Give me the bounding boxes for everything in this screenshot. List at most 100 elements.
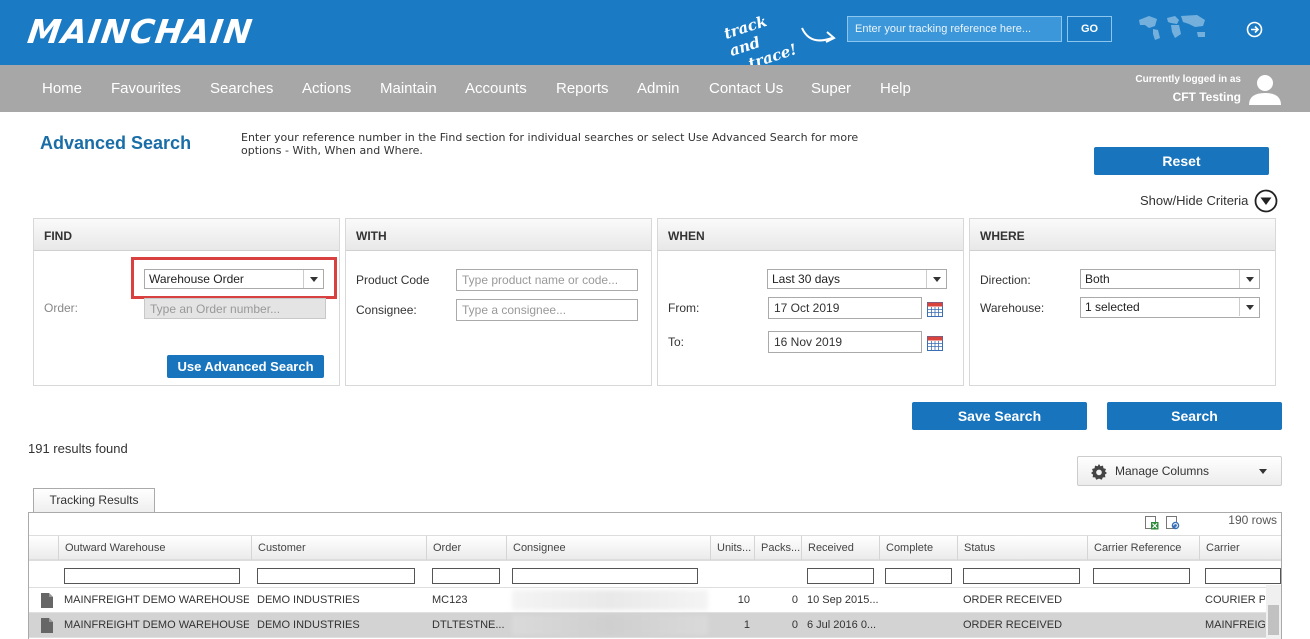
tracking-reference-input[interactable] [847,16,1062,42]
collapse-circle-icon[interactable] [1254,189,1278,213]
highlight-box [131,257,337,299]
to-date-input[interactable] [768,331,922,353]
date-range-select[interactable]: Last 30 days [767,269,947,289]
cell-customer: DEMO INDUSTRIES [257,619,360,631]
show-hide-criteria[interactable]: Show/Hide Criteria [1140,193,1248,208]
product-code-label: Product Code [356,273,430,287]
cell-carrier: MAINFREIGHT... [1205,619,1265,631]
filter-carrier[interactable] [1205,568,1281,584]
nav-favourites[interactable]: Favourites [111,80,181,97]
tab-tracking-results[interactable]: Tracking Results [33,488,155,513]
find-heading: FIND [34,219,339,251]
table-row[interactable]: MAINFREIGHT DEMO WAREHOUSE DEMO INDUSTRI… [29,613,1281,638]
from-label: From: [668,301,700,315]
grid-scrollbar[interactable] [1266,585,1281,639]
nav-accounts[interactable]: Accounts [465,80,527,97]
gear-icon [1091,464,1107,480]
column-header-status[interactable]: Status [957,536,1087,560]
when-heading: WHEN [658,219,963,251]
column-header-received[interactable]: Received [801,536,879,560]
cell-units: 1 [743,619,750,631]
user-avatar-icon[interactable] [1248,72,1282,106]
nav-actions[interactable]: Actions [302,80,351,97]
scrollbar-thumb[interactable] [1268,605,1279,635]
filter-status[interactable] [963,568,1080,584]
warehouse-label: Warehouse: [980,301,1045,315]
column-header-units[interactable]: Units... [710,536,754,560]
consignee-input[interactable] [456,299,638,321]
order-label: Order: [44,301,79,315]
rows-count: 190 rows [1228,513,1277,527]
direction-label: Direction: [980,273,1031,287]
filter-outward-warehouse[interactable] [64,568,240,584]
nav-reports[interactable]: Reports [556,80,609,97]
sign-out-icon[interactable] [1246,21,1263,38]
column-header-packs[interactable]: Packs... [754,536,801,560]
arrow-icon [801,27,836,43]
table-row[interactable]: MAINFREIGHT DEMO WAREHOUSE DEMO INDUSTRI… [29,588,1281,613]
cell-carrier: COURIER PC... [1205,594,1265,606]
filter-complete[interactable] [885,568,952,584]
cell-outward-warehouse: MAINFREIGHT DEMO WAREHOUSE [64,619,249,631]
filter-carrier-reference[interactable] [1093,568,1190,584]
search-button[interactable]: Search [1107,402,1282,430]
use-advanced-search-button[interactable]: Use Advanced Search [167,355,324,378]
column-header-customer[interactable]: Customer [251,536,426,560]
column-header-carrier[interactable]: Carrier [1199,536,1281,560]
logged-in-label: Currently logged in as [1135,74,1241,85]
order-number-input[interactable] [144,298,326,319]
nav-home[interactable]: Home [42,80,82,97]
column-header-outward-warehouse[interactable]: Outward Warehouse [58,536,251,560]
column-header-carrier-reference[interactable]: Carrier Reference [1087,536,1199,560]
cell-packs: 0 [791,619,798,631]
warehouse-select[interactable]: 1 selected [1080,297,1260,318]
from-date-input[interactable] [768,297,922,319]
redacted-consignee [512,615,708,635]
document-icon[interactable] [41,618,53,633]
filter-consignee[interactable] [512,568,698,584]
chevron-down-icon [1239,270,1259,288]
calendar-icon[interactable] [927,301,943,317]
chevron-down-icon [1259,469,1267,474]
main-nav: Home Favourites Searches Actions Maintai… [0,65,1310,112]
results-grid: 190 rows Outward Warehouse Customer Orde… [28,512,1282,639]
document-icon[interactable] [41,593,53,608]
reset-button[interactable]: Reset [1094,147,1269,175]
row-icon-column-header [29,536,58,560]
column-header-consignee[interactable]: Consignee [506,536,710,560]
direction-select[interactable]: Both [1080,269,1260,289]
column-header-order[interactable]: Order [426,536,506,560]
filter-received[interactable] [807,568,874,584]
product-code-input[interactable] [456,269,638,291]
nav-admin[interactable]: Admin [637,80,680,97]
warehouse-value: 1 selected [1085,300,1140,314]
nav-contact-us[interactable]: Contact Us [709,80,783,97]
cell-customer: DEMO INDUSTRIES [257,594,360,606]
intro-text: Enter your reference number in the Find … [241,131,859,157]
nav-help[interactable]: Help [880,80,911,97]
save-search-button[interactable]: Save Search [912,402,1087,430]
manage-columns-button[interactable]: Manage Columns [1077,456,1282,486]
consignee-label: Consignee: [356,303,417,317]
nav-searches[interactable]: Searches [210,80,273,97]
go-button[interactable]: GO [1067,16,1112,42]
chevron-down-icon [1239,298,1259,316]
calendar-icon[interactable] [927,335,943,351]
cell-outward-warehouse: MAINFREIGHT DEMO WAREHOUSE [64,594,249,606]
where-heading: WHERE [970,219,1275,251]
nav-maintain[interactable]: Maintain [380,80,437,97]
excel-export-icon[interactable] [1145,516,1159,530]
grid-header: Outward Warehouse Customer Order Consign… [29,535,1281,561]
filter-customer[interactable] [257,568,415,584]
filter-order[interactable] [432,568,500,584]
logged-in-user[interactable]: CFT Testing [1173,90,1241,104]
top-bar: MAINCHAIN track and trace! GO [0,0,1310,73]
nav-super[interactable]: Super [811,80,851,97]
cell-status: ORDER RECEIVED [963,619,1063,631]
mainchain-logo[interactable]: MAINCHAIN [25,12,255,51]
filter-row [29,562,1281,588]
direction-value: Both [1085,272,1110,286]
refresh-export-icon[interactable] [1166,516,1180,530]
column-header-complete[interactable]: Complete [879,536,957,560]
redacted-consignee [512,590,708,610]
